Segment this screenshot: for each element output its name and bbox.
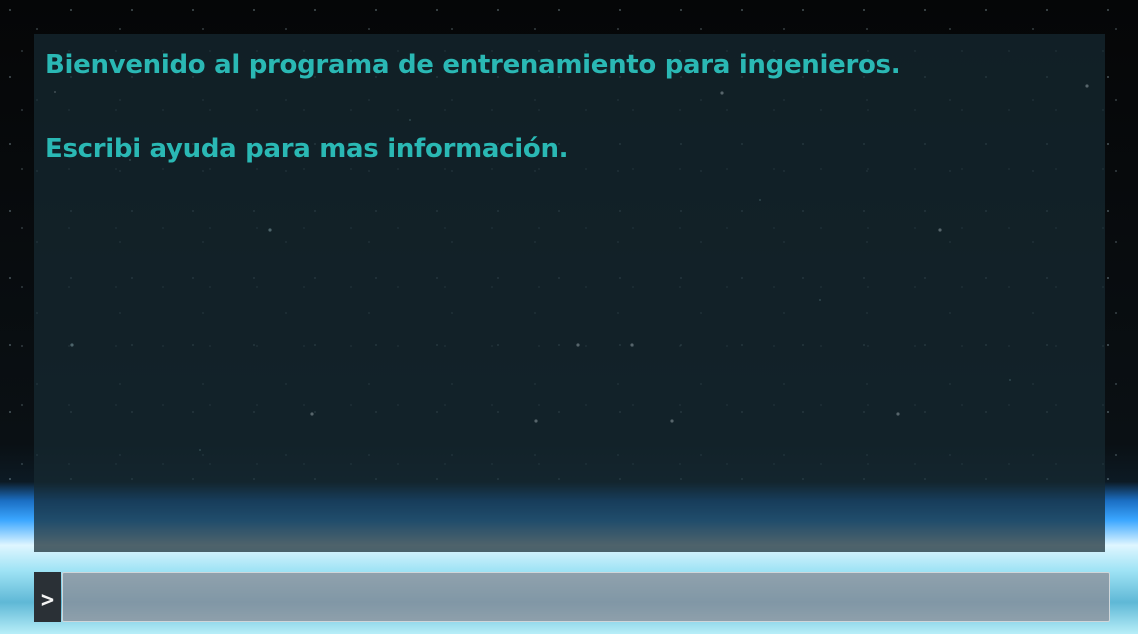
command-input[interactable] (62, 572, 1110, 622)
welcome-message: Bienvenido al programa de entrenamiento … (45, 50, 901, 80)
prompt-indicator: > (34, 572, 61, 622)
console-output-panel: Bienvenido al programa de entrenamiento … (34, 34, 1105, 552)
help-hint-message: Escribi ayuda para mas información. (45, 134, 569, 164)
prompt-symbol: > (40, 587, 55, 613)
